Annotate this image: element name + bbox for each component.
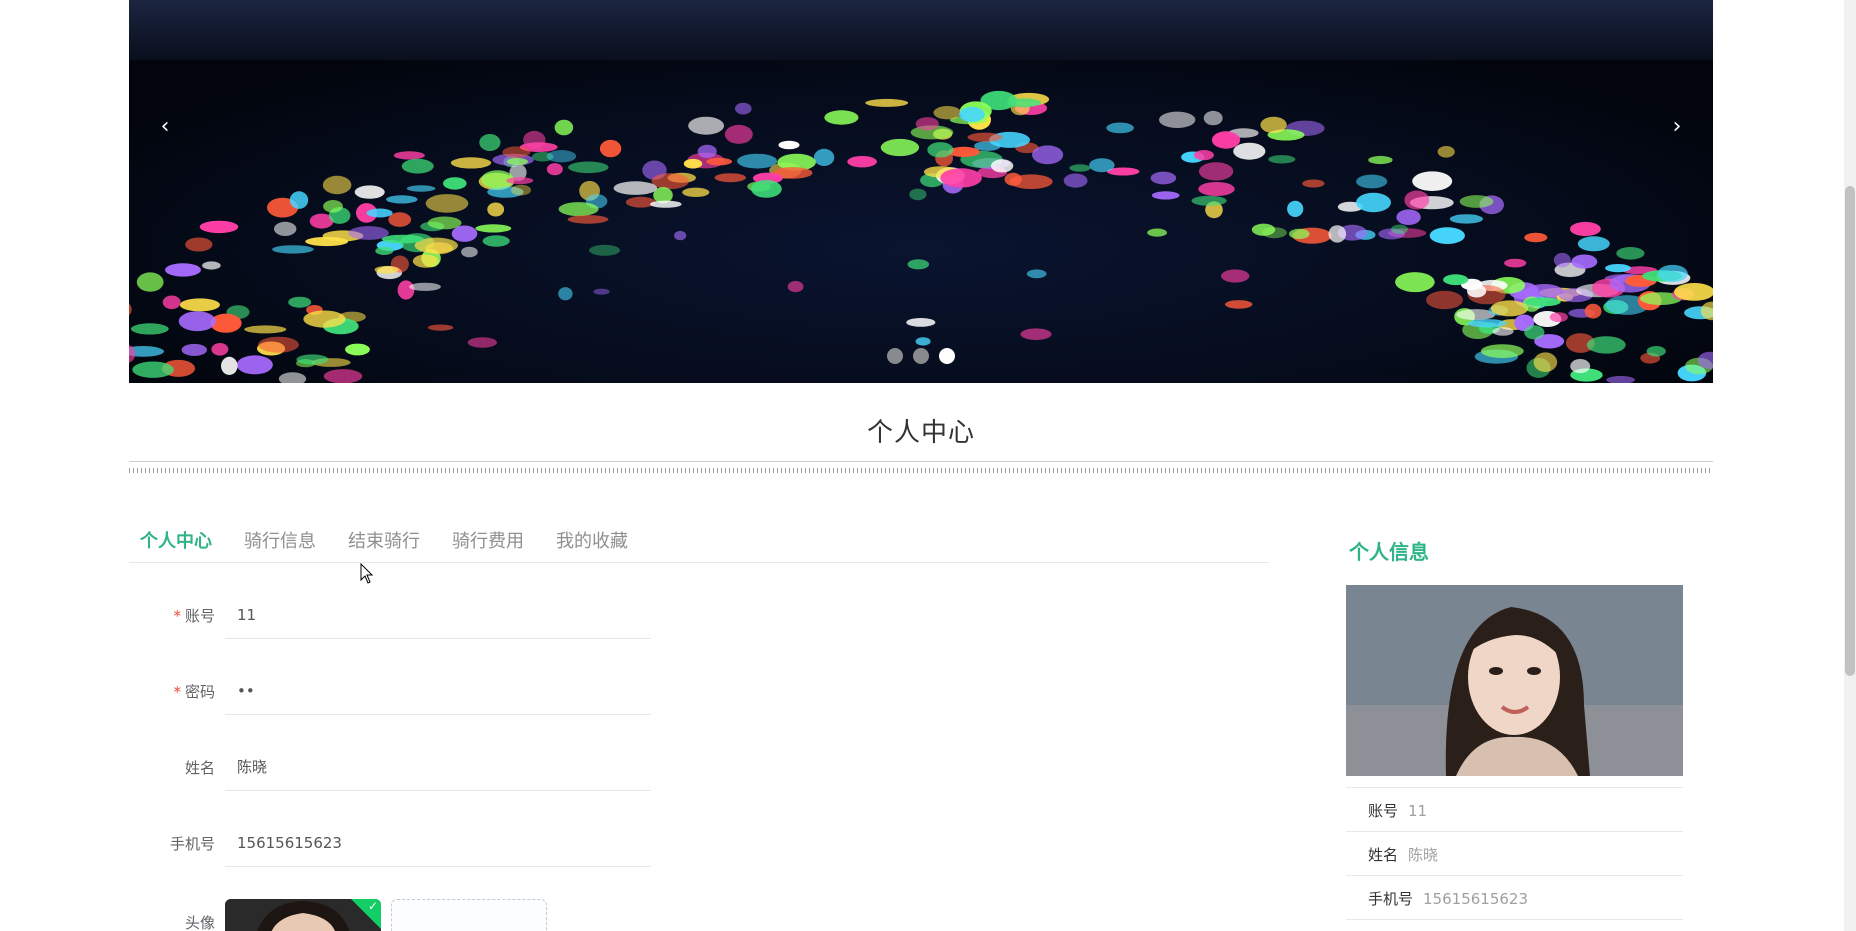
banner-carousel[interactable]: ‹ › (129, 0, 1713, 383)
tab-end-ride[interactable]: 结束骑行 (348, 521, 420, 562)
carousel-indicators (887, 348, 955, 364)
form-row-phone: 手机号 (129, 819, 669, 867)
form-row-name: 姓名 (129, 743, 669, 791)
tab-my-favorites[interactable]: 我的收藏 (556, 521, 628, 562)
tab-personal-center[interactable]: 个人中心 (140, 521, 212, 562)
page: ‹ › 个人中心 个人中心 骑行信息 结束骑行 骑行费用 我的收藏 *账号 *密… (0, 0, 1856, 931)
profile-phone-value: 15615615623 (1423, 890, 1528, 908)
section-title: 个人中心 (866, 418, 975, 448)
form-row-avatar: 头像 ✓ (129, 899, 669, 931)
required-mark: * (173, 683, 181, 701)
page-scrollbar[interactable] (1844, 0, 1856, 931)
phone-input[interactable] (225, 819, 651, 867)
profile-phone: 手机号 15615615623 (1368, 890, 1528, 908)
name-input[interactable] (225, 743, 651, 791)
scrollbar-thumb[interactable] (1845, 186, 1855, 676)
title-divider (129, 461, 1713, 475)
carousel-image (129, 0, 1713, 383)
account-input[interactable] (225, 591, 651, 639)
avatar-label: 头像 (184, 914, 215, 931)
avatar-uploaded-image[interactable]: ✓ (225, 899, 381, 931)
check-icon: ✓ (367, 899, 378, 913)
profile-avatar-image (1346, 585, 1683, 776)
profile-divider (1346, 919, 1683, 920)
required-mark: * (173, 607, 181, 625)
mouse-cursor-icon (360, 563, 374, 584)
tab-ride-fee[interactable]: 骑行费用 (452, 521, 524, 562)
profile-card-title: 个人信息 (1349, 540, 1429, 564)
form-row-account: * 账号 (129, 591, 669, 639)
form-row-password: * 密码 (129, 667, 669, 715)
profile-divider (1346, 831, 1683, 832)
carousel-dot-2[interactable] (913, 348, 929, 364)
tab-ride-info[interactable]: 骑行信息 (244, 521, 316, 562)
center-tabs: 个人中心 骑行信息 结束骑行 骑行费用 我的收藏 (129, 521, 1269, 563)
profile-account: 账号 11 (1368, 802, 1428, 820)
carousel-prev-button[interactable]: ‹ (153, 112, 177, 142)
carousel-next-button[interactable]: › (1665, 112, 1689, 142)
account-label: * 账号 (173, 607, 215, 625)
phone-label: 手机号 (169, 835, 215, 853)
carousel-dot-3[interactable] (939, 348, 955, 364)
profile-divider (1346, 787, 1683, 788)
profile-account-value: 11 (1408, 802, 1428, 820)
profile-divider (1346, 875, 1683, 876)
profile-avatar (1346, 585, 1683, 776)
profile-name-value: 陈晓 (1408, 846, 1439, 864)
password-label: * 密码 (173, 683, 215, 701)
profile-name: 姓名 陈晓 (1368, 846, 1439, 864)
password-input[interactable] (225, 667, 651, 715)
name-label: 姓名 (184, 759, 215, 777)
avatar-upload-button[interactable] (391, 899, 547, 931)
carousel-dot-1[interactable] (887, 348, 903, 364)
